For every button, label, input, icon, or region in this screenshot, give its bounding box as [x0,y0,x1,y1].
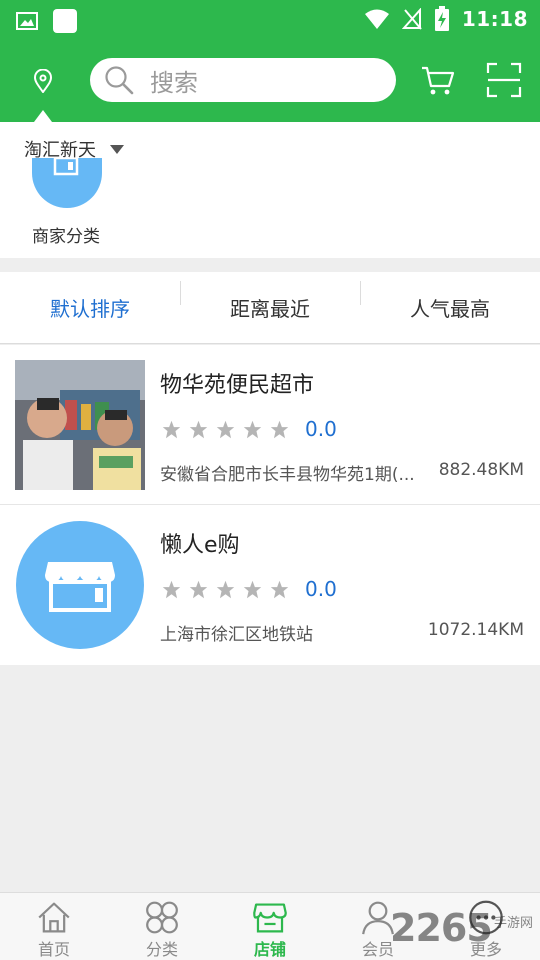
scan-icon [486,62,522,98]
tab-most-popular[interactable]: 人气最高 [360,281,540,322]
search-bar[interactable]: 搜索 [90,58,396,102]
sort-tabs: 默认排序 距离最近 人气最高 [0,272,540,344]
merchant-category-icon[interactable] [32,158,102,208]
watermark-sub: 手游网 [494,916,534,931]
star-icon [189,580,208,598]
home-icon [38,902,70,933]
store-distance: 1072.14KM [427,620,524,640]
category-section: 淘汇新天 商家分类 [0,122,540,258]
tab-nearest[interactable]: 距离最近 [180,281,360,322]
app-header: 搜索 [0,40,540,122]
nav-home[interactable]: 首页 [0,893,108,960]
battery-charging-icon [434,6,449,31]
rating-stars: 0.0 [162,577,337,601]
star-icon [189,420,208,438]
nav-label: 首页 [37,940,70,959]
star-icon [216,420,235,438]
nav-label: 分类 [145,940,178,959]
cart-icon [422,66,455,95]
search-placeholder: 搜索 [150,68,198,97]
star-icon [243,420,262,438]
grid-icon [146,901,178,934]
location-dropdown-pointer [34,110,52,122]
nav-store[interactable]: 店铺 [216,893,324,960]
merchant-category-label[interactable]: 商家分类 [32,222,100,247]
watermark-logo: 2265 [390,906,493,950]
store-icon [253,903,287,933]
store-photo [15,360,145,490]
store-default-icon [15,520,145,650]
status-bar: 11:18 [0,0,540,40]
location-pin-icon [33,69,53,93]
scan-button[interactable] [486,62,522,98]
status-time: 11:18 [461,7,528,31]
tab-default-sort[interactable]: 默认排序 [0,293,180,322]
rating-value: 0.0 [305,417,337,441]
image-notification-icon [16,12,38,30]
store-distance: 882.48KM [438,460,524,480]
star-icon [216,580,235,598]
store-list-item[interactable]: 懒人e购 0.0 上海市徐汇区地铁站 1072.14KM [0,505,540,665]
star-icon [162,580,181,598]
wifi-icon [364,9,389,29]
no-signal-icon [401,8,422,30]
rating-value: 0.0 [305,577,337,601]
nav-label: 店铺 [253,940,286,959]
store-name: 懒人e购 [160,533,240,558]
store-address: 上海市徐汇区地铁站 [160,625,313,645]
star-icon [243,580,262,598]
store-name: 物华苑便民超市 [160,373,315,398]
location-button[interactable] [26,64,60,98]
search-icon [104,64,136,96]
store-list-item[interactable]: 物华苑便民超市 0.0 安徽省合肥市长丰县物华苑1期(... 882.48KM [0,345,540,505]
rating-stars: 0.0 [162,417,337,441]
store-address: 安徽省合肥市长丰县物华苑1期(... [160,465,415,485]
nav-category[interactable]: 分类 [108,893,216,960]
caret-down-icon [110,144,124,154]
cart-button[interactable] [420,62,456,98]
app-notification-icon [53,9,77,33]
star-icon [270,580,289,598]
star-icon [270,420,289,438]
star-icon [162,420,181,438]
